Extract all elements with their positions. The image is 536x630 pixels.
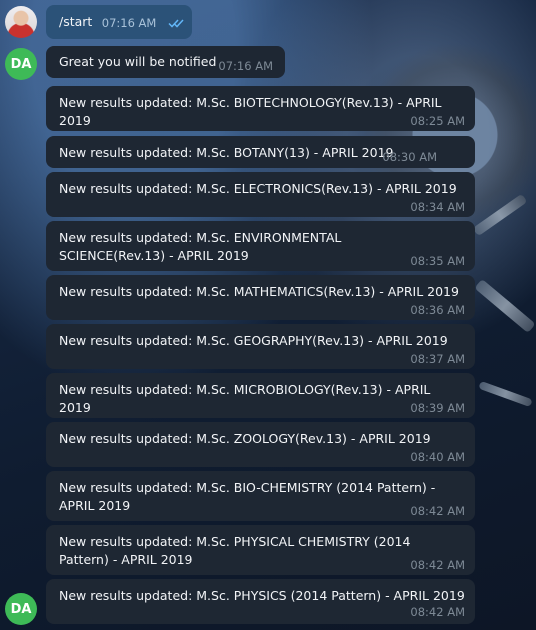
background-station-arm	[474, 278, 536, 334]
incoming-message[interactable]: New results updated: M.Sc. ZOOLOGY(Rev.1…	[46, 422, 475, 467]
incoming-message[interactable]: New results updated: M.Sc. MATHEMATICS(R…	[46, 275, 475, 320]
message-text: New results updated: M.Sc. BIOTECHNOLOGY…	[59, 95, 442, 128]
message-time: 08:25 AM	[410, 114, 465, 128]
double-check-icon	[168, 19, 184, 28]
incoming-message[interactable]: New results updated: M.Sc. BIO-CHEMISTRY…	[46, 471, 475, 521]
message-time-label: 07:16 AM	[101, 16, 157, 30]
outgoing-message[interactable]: /start 07:16 AM	[46, 5, 192, 39]
incoming-message[interactable]: New results updated: M.Sc. BIOTECHNOLOGY…	[46, 86, 475, 131]
message-text: New results updated: M.Sc. ELECTRONICS(R…	[59, 181, 457, 196]
message-time: 08:36 AM	[410, 303, 465, 317]
message-text: New results updated: M.Sc. ZOOLOGY(Rev.1…	[59, 431, 431, 446]
message-time: 07:16 AM	[218, 59, 273, 73]
incoming-message[interactable]: New results updated: M.Sc. PHYSICAL CHEM…	[46, 525, 475, 575]
message-time: 08:37 AM	[410, 352, 465, 366]
bot-avatar[interactable]: DA	[5, 48, 37, 80]
message-text: New results updated: M.Sc. GEOGRAPHY(Rev…	[59, 333, 448, 348]
message-text: New results updated: M.Sc. MICROBIOLOGY(…	[59, 382, 431, 415]
incoming-message[interactable]: New results updated: M.Sc. PHYSICS (2014…	[46, 579, 475, 624]
message-time: 08:42 AM	[410, 558, 465, 572]
message-time: 08:42 AM	[410, 504, 465, 518]
user-avatar[interactable]	[5, 6, 37, 38]
incoming-message[interactable]: New results updated: M.Sc. BOTANY(13) - …	[46, 136, 475, 168]
incoming-message[interactable]: Great you will be notified 07:16 AM	[46, 46, 285, 78]
bot-avatar[interactable]: DA	[5, 593, 37, 625]
message-time: 08:35 AM	[410, 254, 465, 268]
message-time: 08:39 AM	[410, 401, 465, 415]
incoming-message[interactable]: New results updated: M.Sc. GEOGRAPHY(Rev…	[46, 324, 475, 369]
message-text: New results updated: M.Sc. BIO-CHEMISTRY…	[59, 480, 436, 513]
message-text: New results updated: M.Sc. PHYSICS (2014…	[59, 588, 465, 603]
incoming-message[interactable]: New results updated: M.Sc. ELECTRONICS(R…	[46, 172, 475, 217]
message-time: 08:40 AM	[410, 450, 465, 464]
background-station-arm	[472, 193, 528, 237]
background-station-arm	[478, 380, 533, 408]
message-text: New results updated: M.Sc. ENVIRONMENTAL…	[59, 230, 342, 263]
message-time: 08:34 AM	[410, 200, 465, 214]
message-text: New results updated: M.Sc. MATHEMATICS(R…	[59, 284, 459, 299]
message-time: 08:42 AM	[410, 605, 465, 619]
message-text: New results updated: M.Sc. PHYSICAL CHEM…	[59, 534, 411, 567]
incoming-message[interactable]: New results updated: M.Sc. ENVIRONMENTAL…	[46, 221, 475, 271]
message-time: 08:30 AM	[382, 150, 437, 164]
message-time: 07:16 AM	[102, 16, 184, 30]
incoming-message[interactable]: New results updated: M.Sc. MICROBIOLOGY(…	[46, 373, 475, 418]
